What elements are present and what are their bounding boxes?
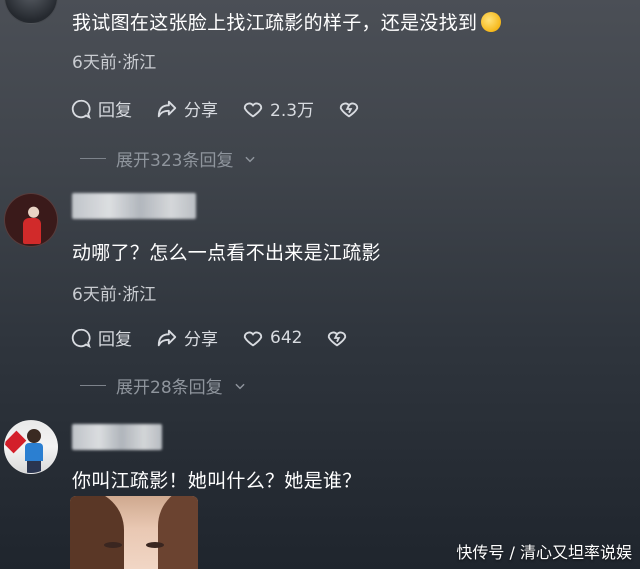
share-icon <box>157 100 177 117</box>
comment-meta: 6天前·浙江 <box>72 53 157 73</box>
watermark: 快传号 / 清心又坦率说娱 <box>456 543 632 562</box>
comment-image[interactable] <box>70 496 198 569</box>
avatar[interactable] <box>4 420 58 474</box>
like-count: 2.3万 <box>270 101 315 121</box>
share-button[interactable]: 分享 <box>156 325 218 350</box>
divider <box>80 158 106 159</box>
comment-text: 动哪了？怎么一点看不出来是江疏影 <box>72 242 381 264</box>
dislike-button[interactable] <box>338 98 360 120</box>
dislike-button[interactable] <box>326 327 348 349</box>
heart-icon <box>243 102 263 117</box>
expand-label: 展开323条回复 <box>116 151 234 171</box>
reply-icon <box>71 99 91 119</box>
reply-button[interactable]: 回复 <box>70 96 132 121</box>
heart-icon <box>243 331 263 346</box>
share-button[interactable]: 分享 <box>156 96 218 121</box>
avatar[interactable] <box>4 0 58 24</box>
expand-replies-button[interactable]: 展开28条回复 <box>80 373 247 398</box>
comment-meta: 6天前·浙江 <box>72 285 157 305</box>
like-button[interactable]: 642 <box>242 327 302 349</box>
divider <box>80 385 106 386</box>
chevron-down-icon <box>235 383 245 389</box>
laughing-crying-emoji-icon <box>481 12 502 32</box>
comment-text: 我试图在这张脸上找江疏影的样子，还是没找到 <box>72 8 502 35</box>
comment-actions: 回复 分享 642 <box>70 325 348 350</box>
username-redacted <box>72 193 196 219</box>
share-label: 分享 <box>184 330 218 350</box>
username-redacted <box>72 424 162 450</box>
expand-replies-button[interactable]: 展开323条回复 <box>80 146 257 171</box>
reply-label: 回复 <box>98 101 132 121</box>
like-button[interactable]: 2.3万 <box>242 96 314 121</box>
broken-heart-icon <box>328 331 347 346</box>
reply-label: 回复 <box>98 330 132 350</box>
share-label: 分享 <box>184 101 218 121</box>
comment-text-content: 我试图在这张脸上找江疏影的样子，还是没找到 <box>72 12 478 34</box>
reply-icon <box>71 328 91 348</box>
chevron-down-icon <box>245 156 256 162</box>
broken-heart-icon <box>339 102 359 117</box>
reply-button[interactable]: 回复 <box>70 325 132 350</box>
share-icon <box>157 329 177 346</box>
like-count: 642 <box>270 327 303 348</box>
comment-actions: 回复 分享 2.3万 <box>70 96 360 121</box>
avatar[interactable] <box>4 193 58 247</box>
comment-text: 你叫江疏影！她叫什么？她是谁？ <box>72 470 362 492</box>
expand-label: 展开28条回复 <box>116 378 223 398</box>
